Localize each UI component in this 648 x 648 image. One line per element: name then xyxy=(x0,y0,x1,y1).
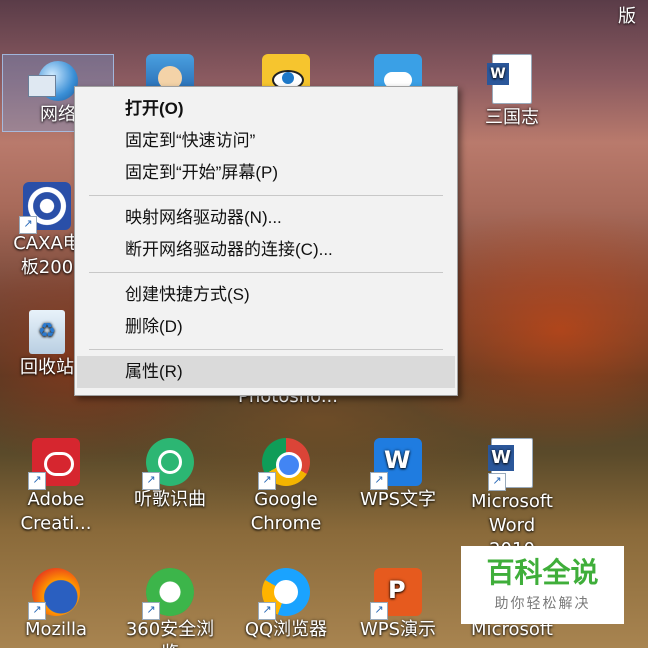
word-document-icon: W xyxy=(487,54,532,104)
recycle-bin-icon: ♻ xyxy=(29,310,65,354)
menu-item-delete[interactable]: 删除(D) xyxy=(75,311,457,343)
tinggeshiqu-label: 听歌识曲 xyxy=(134,489,206,510)
desktop: 版 网络 W 三国志 ↗ CAXA电 板200 ♻ 回收站 Photosho..… xyxy=(0,0,648,648)
qq-browser-label: QQ浏览器 xyxy=(244,619,328,640)
shortcut-arrow-icon: ↗ xyxy=(258,472,276,490)
adobe-label: Adobe Creati... xyxy=(20,489,92,534)
desktop-icon-360-browser[interactable]: ↗ 360安全浏览 xyxy=(122,568,218,648)
context-menu: 打开(O) 固定到“快速访问” 固定到“开始”屏幕(P) 映射网络驱动器(N).… xyxy=(74,86,458,396)
menu-item-open[interactable]: 打开(O) xyxy=(75,93,457,125)
desktop-icon-qq-browser[interactable]: ↗ QQ浏览器 xyxy=(238,568,334,642)
desktop-icon-chrome[interactable]: ↗ Google Chrome xyxy=(238,438,334,536)
top-right-text: 版 xyxy=(618,6,636,27)
menu-item-properties[interactable]: 属性(R) xyxy=(77,356,455,388)
shortcut-arrow-icon: ↗ xyxy=(142,602,160,620)
menu-item-pin-quick-access[interactable]: 固定到“快速访问” xyxy=(75,125,457,157)
wps-presentation-icon: P ↗ xyxy=(370,568,422,620)
360-browser-label: 360安全浏览 xyxy=(125,619,215,648)
shortcut-arrow-icon: ↗ xyxy=(370,602,388,620)
desktop-icon-tinggeshiqu[interactable]: ↗ 听歌识曲 xyxy=(122,438,218,512)
menu-item-disconnect-network-drive[interactable]: 断开网络驱动器的连接(C)... xyxy=(75,234,457,266)
chrome-label: Google Chrome xyxy=(250,489,322,534)
menu-item-pin-start[interactable]: 固定到“开始”屏幕(P) xyxy=(75,157,457,189)
sanguozhi-label: 三国志 xyxy=(485,107,539,128)
adobe-creative-cloud-icon: ↗ xyxy=(28,438,80,490)
menu-separator xyxy=(89,195,443,196)
wps-writer-icon: W ↗ xyxy=(370,438,422,490)
music-recognition-icon: ↗ xyxy=(142,438,194,490)
network-globe-icon xyxy=(28,61,78,101)
menu-item-create-shortcut[interactable]: 创建快捷方式(S) xyxy=(75,279,457,311)
firefox-icon: ↗ xyxy=(28,568,80,620)
menu-item-map-network-drive[interactable]: 映射网络驱动器(N)... xyxy=(75,202,457,234)
shortcut-arrow-icon: ↗ xyxy=(488,473,506,491)
wps-writer-label: WPS文字 xyxy=(359,489,437,510)
word-2010-icon: W ↗ xyxy=(488,438,533,491)
desktop-icon-adobe[interactable]: ↗ Adobe Creati... xyxy=(8,438,104,536)
desktop-icon-wps-writer[interactable]: W ↗ WPS文字 xyxy=(350,438,446,512)
wps-presentation-label: WPS演示 xyxy=(359,619,437,640)
caxa-icon: ↗ xyxy=(19,182,71,234)
watermark-subtitle: 助你轻松解决 xyxy=(494,596,591,612)
menu-separator xyxy=(89,272,443,273)
shortcut-arrow-icon: ↗ xyxy=(28,472,46,490)
desktop-icon-sanguozhi[interactable]: W 三国志 xyxy=(464,54,560,130)
360-browser-icon: ↗ xyxy=(142,568,194,620)
qq-browser-icon: ↗ xyxy=(258,568,310,620)
desktop-icon-word-2010[interactable]: W ↗ Microsoft Word 2010 xyxy=(464,438,560,562)
watermark-title: 百科全说 xyxy=(486,556,599,589)
desktop-icon-firefox[interactable]: ↗ Mozilla xyxy=(8,568,104,642)
firefox-label: Mozilla xyxy=(24,619,88,640)
menu-separator xyxy=(89,349,443,350)
shortcut-arrow-icon: ↗ xyxy=(19,216,37,234)
chrome-icon: ↗ xyxy=(258,438,310,490)
shortcut-arrow-icon: ↗ xyxy=(258,602,276,620)
desktop-icon-wps-presentation[interactable]: P ↗ WPS演示 xyxy=(350,568,446,642)
shortcut-arrow-icon: ↗ xyxy=(28,602,46,620)
shortcut-arrow-icon: ↗ xyxy=(142,472,160,490)
watermark-badge: 百科全说 助你轻松解决 xyxy=(461,546,624,624)
shortcut-arrow-icon: ↗ xyxy=(370,472,388,490)
